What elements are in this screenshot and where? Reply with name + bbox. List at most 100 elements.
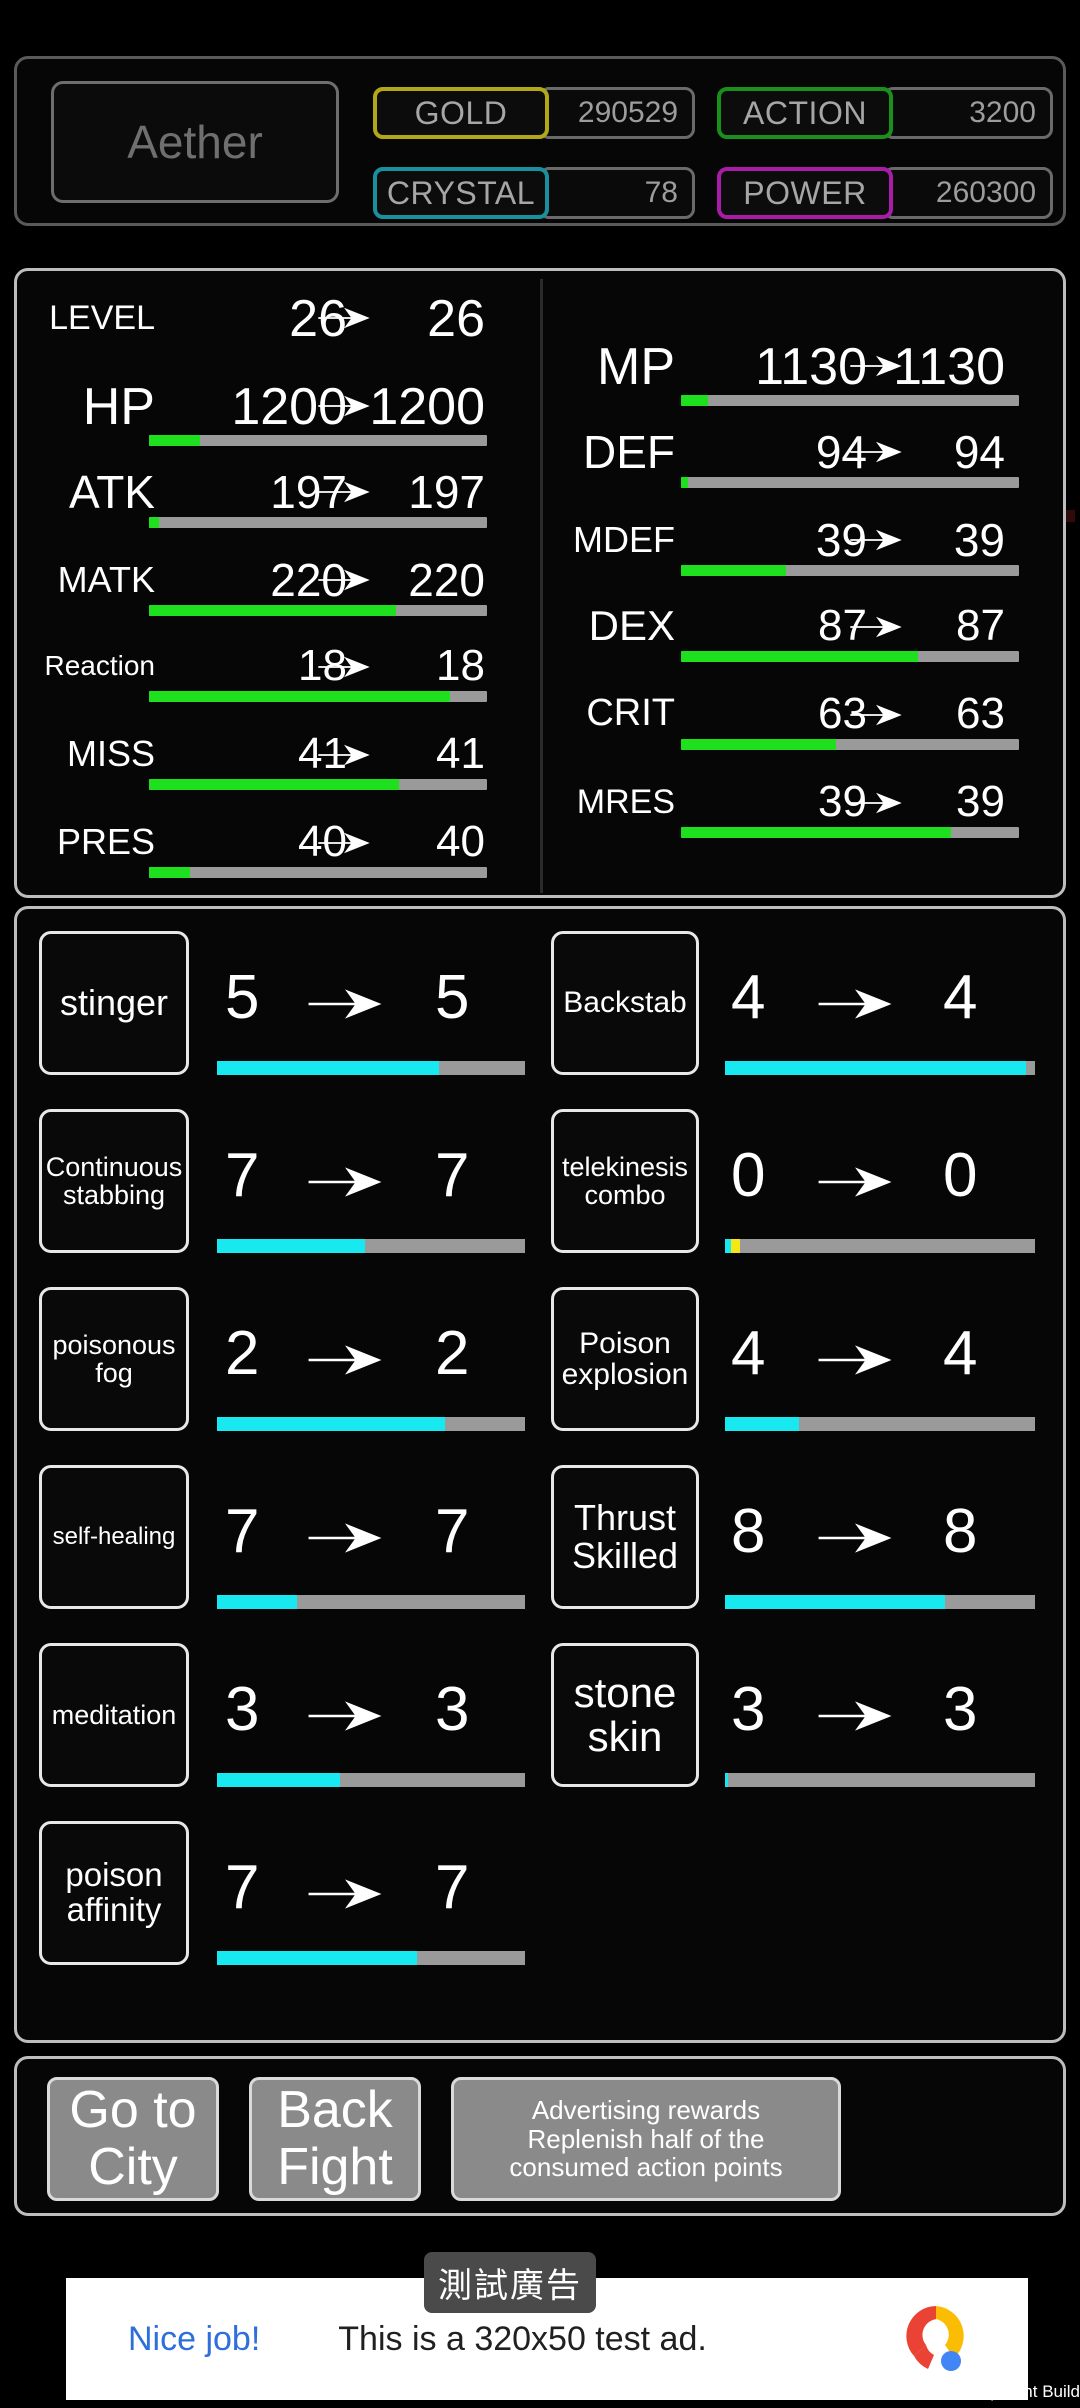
- stat-progress-bar: [149, 517, 487, 528]
- resource-gold-value: 290529: [539, 87, 695, 139]
- skill-name-tag[interactable]: Continuous stabbing: [39, 1109, 189, 1253]
- arrow-right-icon: [318, 569, 370, 591]
- skill-name-tag[interactable]: telekinesis combo: [551, 1109, 699, 1253]
- skill-name-tag[interactable]: poisonous fog: [39, 1287, 189, 1431]
- arrow-right-icon: [318, 481, 370, 503]
- stat-progress-bar: [681, 739, 1019, 750]
- skill-name-tag[interactable]: Poison explosion: [551, 1287, 699, 1431]
- stat-label-mres: MRES: [576, 782, 675, 821]
- skill-change-arrow: [815, 1343, 895, 1382]
- stat-to-value: 94: [953, 426, 1005, 478]
- stat-progress-bar: [149, 867, 487, 878]
- stat-label-reaction: Reaction: [44, 649, 155, 681]
- stat-label-crit: CRIT: [586, 692, 675, 735]
- stat-label-dex: DEX: [588, 602, 675, 650]
- resource-power-tag: POWER: [717, 167, 893, 219]
- back-fight-button[interactable]: Back Fight: [249, 2077, 421, 2201]
- skill-name-tag[interactable]: Backstab: [551, 931, 699, 1075]
- skill-level-from: 7: [225, 1497, 260, 1566]
- resource-crystal-tag: CRYSTAL: [373, 167, 549, 219]
- stat-to-value: 18: [436, 641, 485, 690]
- stat-progress-bar: [681, 651, 1019, 662]
- resource-gold-label: GOLD: [414, 94, 508, 131]
- skill-level-from: 4: [731, 1319, 766, 1388]
- action-buttons-panel: Go to City Back Fight Advertising rewards R…: [14, 2056, 1066, 2216]
- ad-banner[interactable]: Nice job! This is a 320x50 test ad. 測試廣告: [66, 2252, 1028, 2400]
- skill-change-arrow: [815, 1165, 895, 1204]
- arrow-right-icon: [850, 704, 902, 726]
- skill-level-from: 3: [225, 1675, 260, 1744]
- skill-level-to: 7: [435, 1497, 470, 1566]
- stat-change-arrow: [849, 791, 903, 815]
- skill-change-arrow: [815, 1699, 895, 1738]
- stat-change-arrow: [317, 655, 371, 679]
- arrow-right-icon: [818, 1345, 892, 1375]
- skill-name-tag[interactable]: poison affinity: [39, 1821, 189, 1965]
- skill-name-tag[interactable]: stone skin: [551, 1643, 699, 1787]
- resource-action[interactable]: ACTION 3200: [717, 87, 1053, 139]
- skill-level-to: 3: [943, 1675, 978, 1744]
- stat-change-arrow: [849, 703, 903, 727]
- skill-level-from: 8: [731, 1497, 766, 1566]
- skill-name-tag[interactable]: Thrust Skilled: [551, 1465, 699, 1609]
- skill-level-to: 4: [943, 963, 978, 1032]
- ad-reward-button[interactable]: Advertising rewards Replenish half of the…: [451, 2077, 841, 2201]
- arrow-right-icon: [308, 1167, 382, 1197]
- stat-label-mp: MP: [597, 338, 675, 396]
- skill-column-left: stinger 5 5 Continuous stabbing 7 7 poisonous fo…: [17, 909, 535, 2040]
- skill-name-tag[interactable]: self-healing: [39, 1465, 189, 1609]
- skill-exp-bar: [725, 1061, 1035, 1075]
- go-to-city-button[interactable]: Go to City: [47, 2077, 219, 2201]
- skill-level-to: 7: [435, 1141, 470, 1210]
- stat-to-value: 39: [956, 777, 1005, 826]
- arrow-right-icon: [318, 656, 370, 678]
- ad-reward-label: Advertising rewards Replenish half of the…: [509, 2095, 783, 2183]
- skill-exp-bar: [725, 1417, 1035, 1431]
- resource-gold[interactable]: GOLD 290529: [373, 87, 695, 139]
- arrow-right-icon: [318, 744, 370, 766]
- stat-label-hp: HP: [82, 378, 155, 436]
- stat-comparison-panel: LEVEL 26 26 HP 1200 1200 ATK 197 197 MATK 220 220 Re…: [14, 268, 1066, 898]
- skill-change-arrow: [815, 987, 895, 1026]
- player-name-box[interactable]: Aether: [51, 81, 339, 203]
- resource-crystal[interactable]: CRYSTAL 78: [373, 167, 695, 219]
- skill-level-to: 5: [435, 963, 470, 1032]
- resource-header-panel: Aether GOLD 290529 CRYSTAL 78 ACTION 320…: [14, 56, 1066, 226]
- arrow-right-icon: [308, 1523, 382, 1553]
- arrow-right-icon: [850, 792, 902, 814]
- stat-column-left: LEVEL 26 26 HP 1200 1200 ATK 197 197 MATK 220 220 Re…: [17, 271, 537, 895]
- ad-body-text: This is a 320x50 test ad.: [338, 2319, 707, 2358]
- skill-name-tag[interactable]: stinger: [39, 931, 189, 1075]
- stat-to-value: 26: [427, 290, 485, 348]
- skill-level-from: 7: [225, 1141, 260, 1210]
- stat-to-value: 1200: [369, 378, 485, 436]
- skill-level-from: 7: [225, 1853, 260, 1922]
- resource-action-label: ACTION: [743, 94, 867, 131]
- resource-power[interactable]: POWER 260300: [717, 167, 1053, 219]
- arrow-right-icon: [308, 1701, 382, 1731]
- skill-level-to: 7: [435, 1853, 470, 1922]
- skill-exp-bar: [217, 1417, 525, 1431]
- stat-change-arrow: [849, 440, 903, 464]
- skill-level-from: 5: [225, 963, 260, 1032]
- skill-exp-bar: [217, 1773, 525, 1787]
- skill-exp-bar: [217, 1061, 525, 1075]
- arrow-right-icon: [818, 989, 892, 1019]
- arrow-right-icon: [308, 1345, 382, 1375]
- resource-action-tag: ACTION: [717, 87, 893, 139]
- arrow-right-icon: [318, 395, 370, 416]
- skill-level-from: 3: [731, 1675, 766, 1744]
- skill-exp-bar: [217, 1595, 525, 1609]
- stat-progress-bar: [681, 565, 1019, 576]
- skill-exp-bar: [725, 1595, 1035, 1609]
- skill-level-to: 0: [943, 1141, 978, 1210]
- skill-level-from: 2: [225, 1319, 260, 1388]
- stat-change-arrow: [849, 528, 903, 552]
- skill-level-from: 4: [731, 963, 766, 1032]
- skill-name-tag[interactable]: meditation: [39, 1643, 189, 1787]
- stat-to-value: 39: [953, 514, 1005, 566]
- stat-change-arrow: [317, 480, 371, 504]
- skill-level-panel: stinger 5 5 Continuous stabbing 7 7 poisonous fo…: [14, 906, 1066, 2043]
- skill-change-arrow: [305, 1165, 385, 1204]
- skill-level-to: 4: [943, 1319, 978, 1388]
